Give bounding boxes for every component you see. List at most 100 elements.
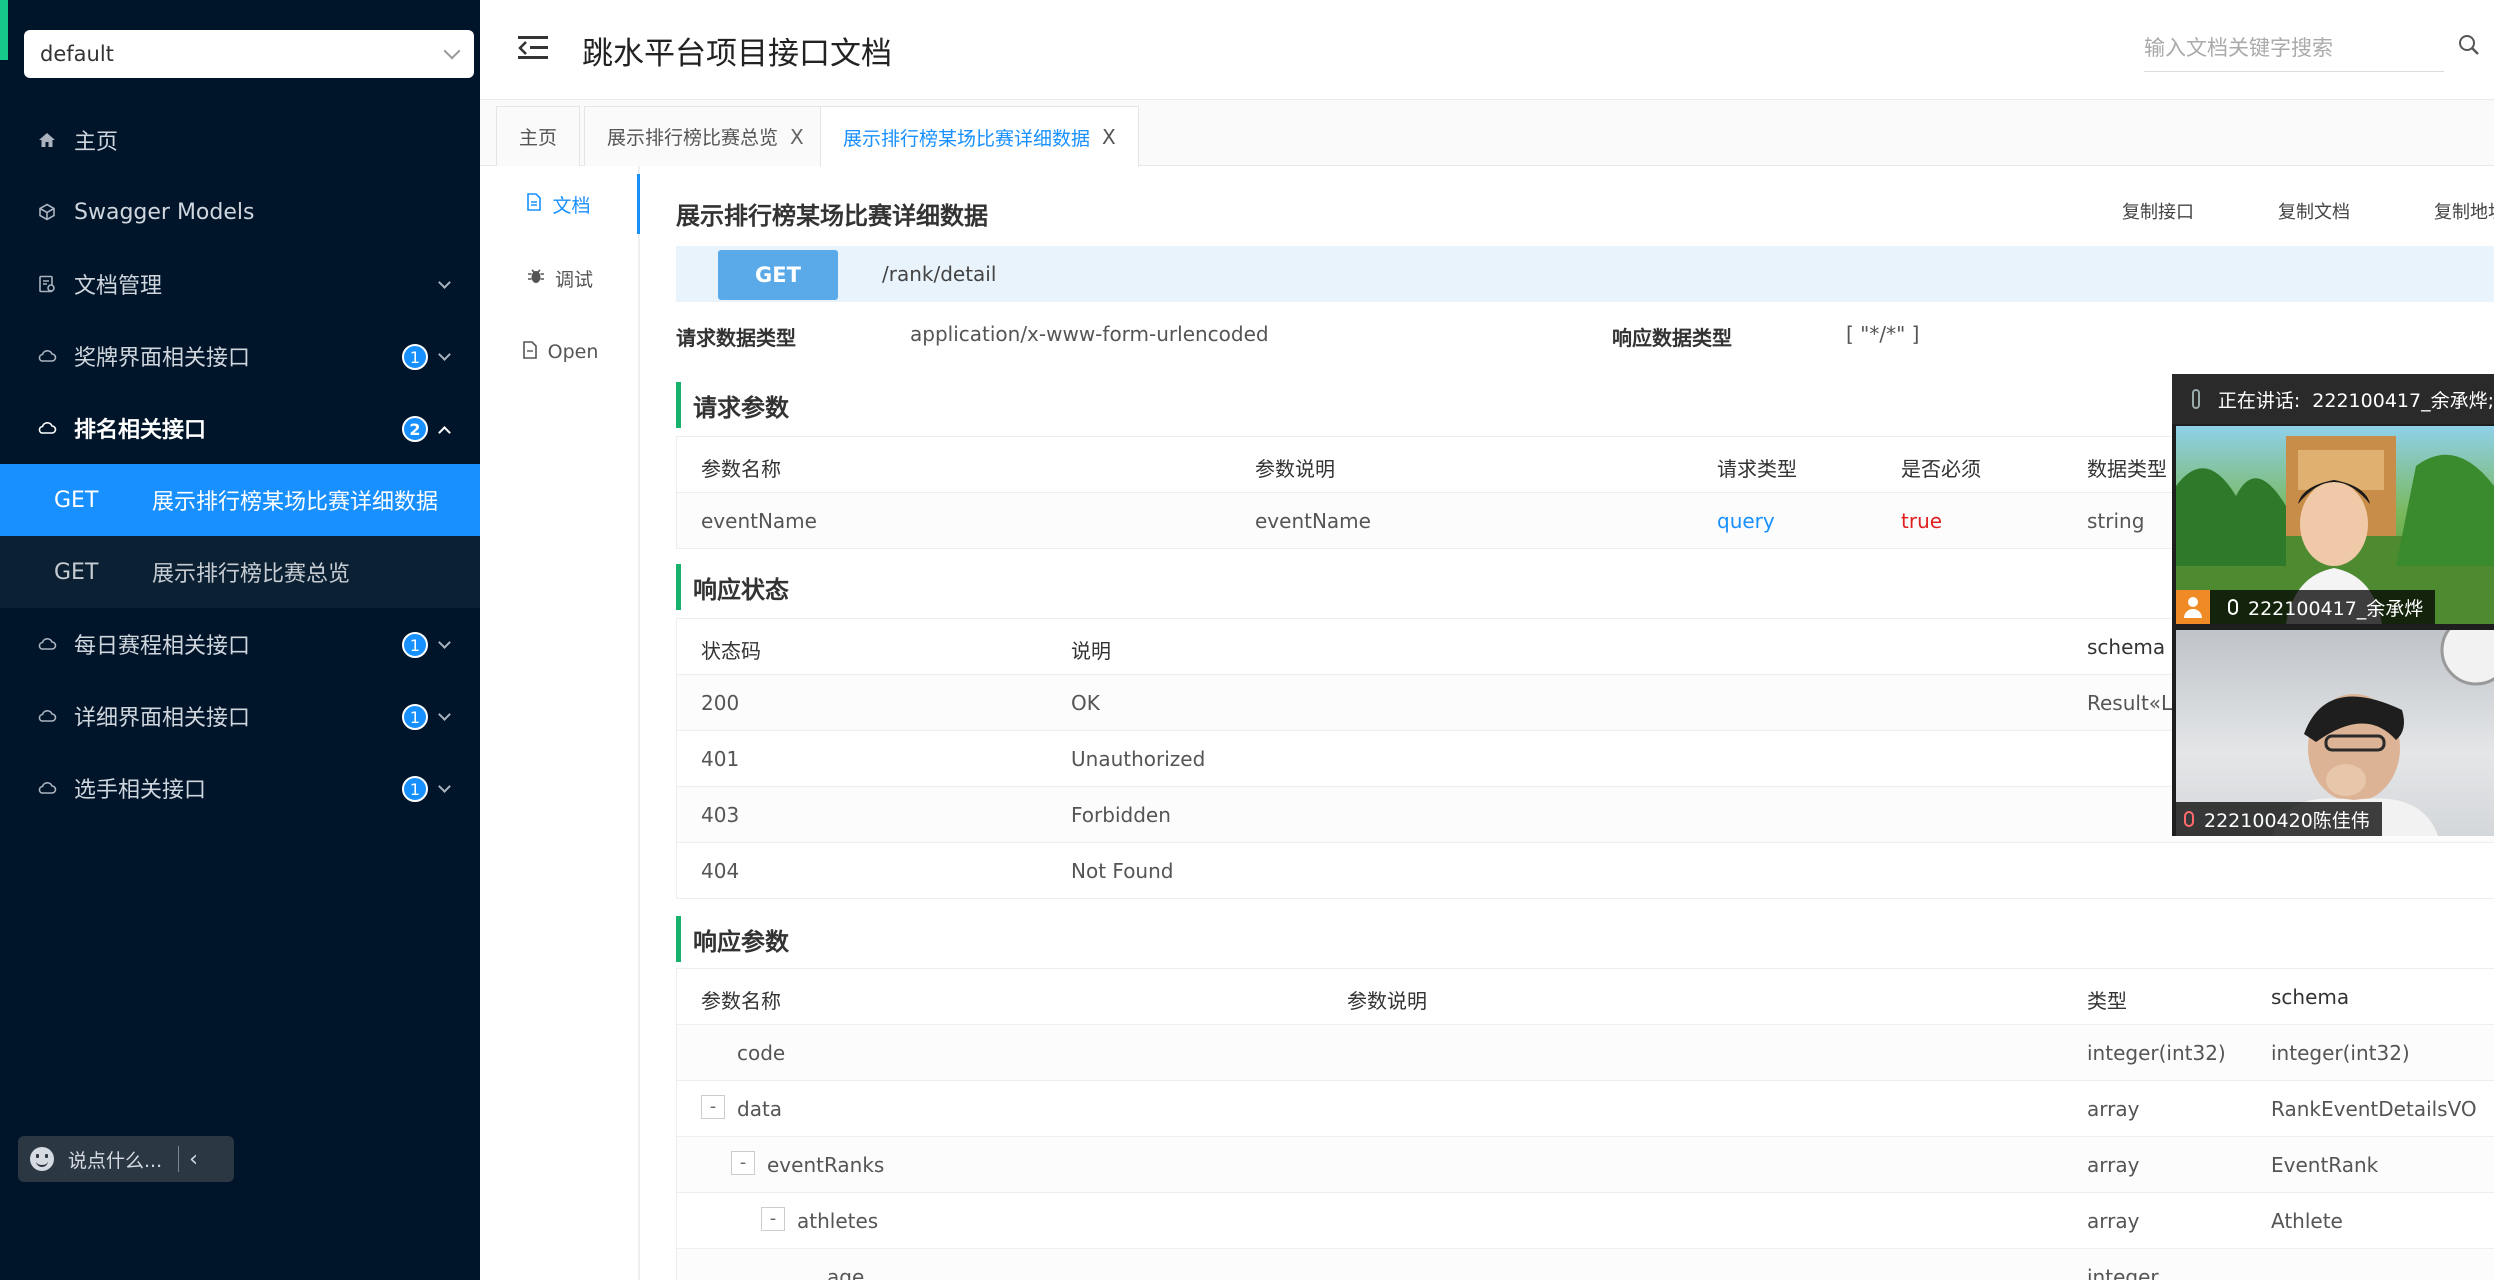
- sidebar-item-rank-api[interactable]: 排名相关接口 2: [0, 392, 480, 464]
- sidebar-item-athlete-api[interactable]: 选手相关接口 1: [0, 752, 480, 824]
- status-code: 403: [701, 803, 740, 827]
- search-icon[interactable]: [2458, 34, 2480, 56]
- sidebar-item-swagger-models[interactable]: Swagger Models: [0, 176, 480, 248]
- side-tab-doc[interactable]: 文档: [480, 174, 640, 234]
- sidebar-item-doc-manage[interactable]: 文档管理: [0, 248, 480, 320]
- chevron-down-icon: [438, 348, 451, 361]
- cube-icon: [36, 201, 58, 223]
- sidebar-item-home[interactable]: 主页: [0, 104, 480, 176]
- chevron-down-icon: [438, 636, 451, 649]
- collapse-toggle[interactable]: -: [731, 1151, 755, 1175]
- sidebar-subitem-rank-overview[interactable]: GET 展示排行榜比赛总览: [0, 536, 480, 608]
- cloud-icon: [36, 345, 58, 367]
- sidebar-item-daily-schedule-api[interactable]: 每日赛程相关接口 1: [0, 608, 480, 680]
- sidebar-item-detail-api[interactable]: 详细界面相关接口 1: [0, 680, 480, 752]
- side-tab-open[interactable]: Open: [480, 322, 640, 382]
- table-row: age integer: [677, 1249, 2494, 1280]
- sidebar-item-label: 每日赛程相关接口: [74, 634, 251, 659]
- tab-label: 展示排行榜某场比赛详细数据: [843, 127, 1091, 150]
- status-desc: OK: [1071, 691, 1100, 715]
- count-badge: 1: [402, 632, 428, 658]
- column-header: 参数说明: [1255, 457, 1335, 481]
- tab-home[interactable]: 主页: [496, 106, 581, 166]
- cloud-icon: [36, 417, 58, 439]
- table-row: - athletes array Athlete: [677, 1193, 2494, 1249]
- close-icon[interactable]: X: [1102, 125, 1116, 149]
- field-name: data: [737, 1097, 783, 1121]
- param-desc: eventName: [1255, 509, 1371, 533]
- http-method: GET: [54, 487, 99, 513]
- search-input[interactable]: [2144, 26, 2444, 72]
- cloud-icon: [36, 705, 58, 727]
- sidebar-subitem-label: 展示排行榜某场比赛详细数据: [152, 490, 439, 515]
- chevron-left-icon[interactable]: ‹: [189, 1147, 198, 1172]
- document-icon: [526, 192, 542, 216]
- status-code: 200: [701, 691, 740, 715]
- field-name: code: [737, 1041, 786, 1065]
- microphone-muted-icon: [2184, 811, 2194, 827]
- side-tab-debug[interactable]: 调试: [480, 248, 640, 308]
- speaking-label: 正在讲话:: [2217, 389, 2301, 412]
- field-type: array: [2087, 1209, 2140, 1233]
- response-type-value: [ "*/*" ]: [1846, 322, 1920, 346]
- sidebar-subitem-rank-detail[interactable]: GET 展示排行榜某场比赛详细数据: [0, 464, 480, 536]
- side-tab-label: 文档: [552, 194, 591, 217]
- field-type: integer(int32): [2087, 1041, 2226, 1065]
- param-in: query: [1717, 509, 1775, 533]
- table-row: 404 Not Found: [677, 843, 2494, 899]
- copy-api-button[interactable]: 复制接口: [2122, 198, 2194, 224]
- response-status-title: 响应状态: [676, 564, 789, 610]
- column-header: 状态码: [701, 639, 761, 663]
- speaking-indicator: 正在讲话: 222100417_余承烨;: [2172, 374, 2494, 424]
- home-icon: [36, 129, 58, 151]
- field-schema: integer(int32): [2271, 1041, 2410, 1065]
- sidebar-item-label: 奖牌界面相关接口: [74, 346, 251, 371]
- collapse-toggle[interactable]: -: [761, 1207, 785, 1231]
- chevron-down-icon: [438, 780, 451, 793]
- column-header: 参数说明: [1347, 989, 1427, 1013]
- bug-icon: [527, 267, 545, 290]
- menu-fold-icon[interactable]: [518, 36, 548, 60]
- video-tile[interactable]: 222100420陈佳伟: [2176, 630, 2494, 836]
- side-tab-label: 调试: [554, 268, 593, 291]
- status-code: 401: [701, 747, 740, 771]
- collapse-toggle[interactable]: -: [701, 1095, 725, 1119]
- field-schema: RankEventDetailsVO: [2271, 1097, 2477, 1121]
- tab-bar: 主页 展示排行榜比赛总览 X 展示排行榜某场比赛详细数据 X: [480, 100, 2494, 167]
- video-call-panel[interactable]: 正在讲话: 222100417_余承烨; 222100417_余承烨 22210…: [2172, 374, 2494, 836]
- video-tile[interactable]: 222100417_余承烨: [2176, 426, 2494, 624]
- sidebar-item-label: 选手相关接口: [74, 778, 207, 803]
- field-schema: EventRank: [2271, 1153, 2379, 1177]
- chevron-down-icon: [438, 708, 451, 721]
- accent-strip: [0, 0, 8, 60]
- field-schema: Athlete: [2271, 1209, 2343, 1233]
- group-select-value: default: [40, 42, 114, 66]
- tab-rank-detail[interactable]: 展示排行榜某场比赛详细数据 X: [820, 106, 1139, 167]
- smile-icon[interactable]: [30, 1147, 54, 1171]
- side-tab-label: Open: [547, 341, 599, 363]
- sidebar-item-medal-api[interactable]: 奖牌界面相关接口 1: [0, 320, 480, 392]
- person-icon: [2176, 590, 2210, 624]
- table-row: - eventRanks array EventRank: [677, 1137, 2494, 1193]
- sidebar-item-label: 主页: [74, 130, 119, 155]
- column-header: 数据类型: [2087, 457, 2167, 481]
- speaking-name: 222100417_余承烨;: [2312, 389, 2494, 412]
- close-icon[interactable]: X: [790, 125, 804, 149]
- chevron-down-icon: [438, 276, 451, 289]
- count-badge: 1: [402, 704, 428, 730]
- header: 跳水平台项目接口文档: [480, 0, 2494, 100]
- param-required: true: [1901, 509, 1943, 533]
- column-header: 类型: [2087, 989, 2127, 1013]
- group-select[interactable]: default: [24, 30, 474, 78]
- count-badge: 1: [402, 776, 428, 802]
- sidebar-item-label: 详细界面相关接口: [74, 706, 251, 731]
- chat-placeholder: 说点什么...: [68, 1149, 163, 1172]
- table-row: code integer(int32) integer(int32): [677, 1025, 2494, 1081]
- tab-rank-overview[interactable]: 展示排行榜比赛总览 X: [584, 106, 827, 166]
- doc-side-tabs: 文档 调试 Open: [480, 166, 640, 1280]
- copy-url-button[interactable]: 复制地址: [2434, 198, 2494, 224]
- copy-doc-button[interactable]: 复制文档: [2278, 198, 2350, 224]
- chat-input-box[interactable]: 说点什么... ‹: [18, 1136, 234, 1182]
- participant-name: 222100417_余承烨: [2248, 597, 2424, 620]
- tab-label: 主页: [519, 127, 558, 149]
